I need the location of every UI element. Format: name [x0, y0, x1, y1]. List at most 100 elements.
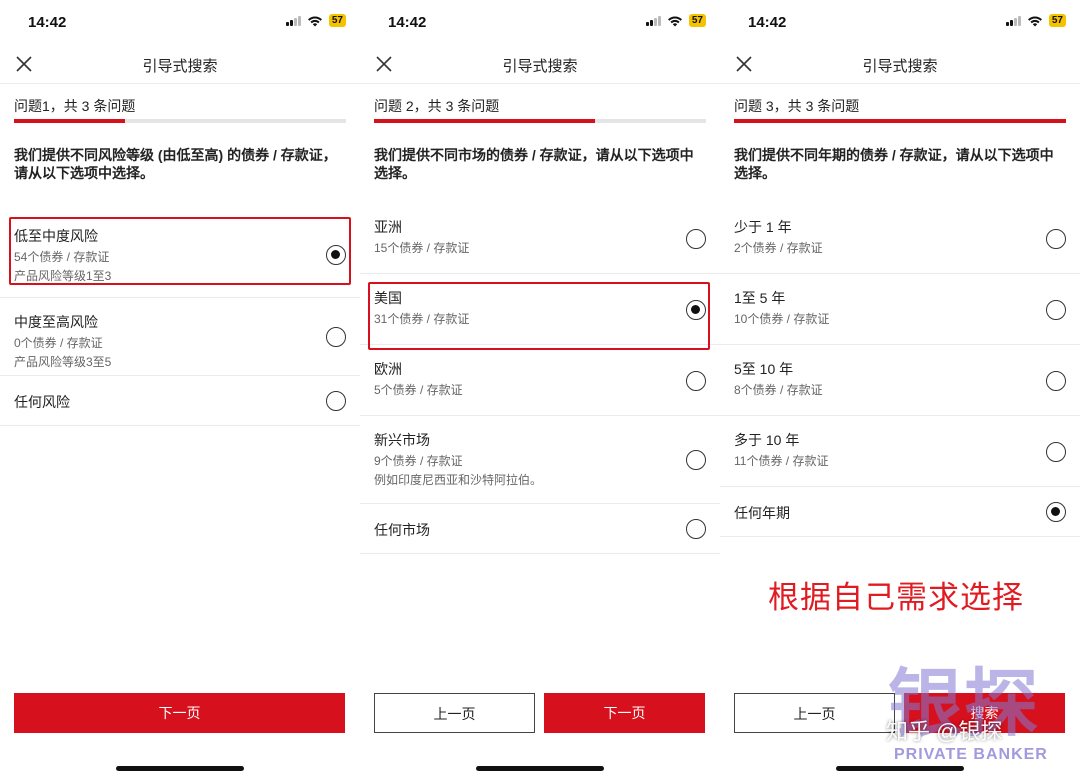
option-count: 5个债券 / 存款证	[374, 383, 463, 397]
option-count: 31个债券 / 存款证	[374, 312, 470, 326]
option-row[interactable]: 亚洲 15个债券 / 存款证	[360, 203, 720, 274]
radio-selected[interactable]	[326, 245, 346, 265]
radio-unselected[interactable]	[686, 450, 706, 470]
radio-unselected[interactable]	[326, 327, 346, 347]
radio-unselected[interactable]	[686, 228, 706, 249]
wifi-icon	[1027, 16, 1042, 26]
primary-button[interactable]: 下一页	[544, 693, 705, 733]
signal-icon	[1005, 15, 1021, 26]
radio-unselected[interactable]	[1046, 370, 1066, 391]
option-count: 8个债券 / 存款证	[734, 383, 823, 397]
wifi-icon	[667, 16, 682, 26]
option-row[interactable]: 任何市场	[360, 504, 720, 554]
battery-icon: 57	[328, 14, 346, 27]
option-row[interactable]: 5至 10 年 8个债券 / 存款证	[720, 345, 1080, 416]
question-counter: 问题 2，共 3 条问题	[374, 98, 500, 114]
radio-selected[interactable]	[686, 299, 706, 320]
secondary-button[interactable]: 上一页	[734, 693, 895, 733]
status-bar: 14:42 57	[720, 0, 1080, 44]
primary-button[interactable]: 下一页	[14, 693, 345, 733]
nav-bar: 引导式搜索	[360, 44, 720, 84]
question-counter: 问题 3，共 3 条问题	[734, 98, 860, 114]
nav-title: 引导式搜索	[142, 58, 218, 75]
radio-unselected[interactable]	[1046, 228, 1066, 249]
option-list: 亚洲 15个债券 / 存款证 美国 31个债券 / 存款证 欧洲 5个债券 / 存款证 新兴…	[360, 203, 720, 554]
question-intro: 我们提供不同年期的债券 / 存款证，请从以下选项中选择。	[734, 147, 1054, 181]
signal-icon	[645, 15, 661, 26]
status-bar: 14:42 57	[360, 0, 720, 44]
screen-question-2: 14:42 57 引导式搜索问题 2，共 3 条问题我们提供不同市场的债券 / 存款…	[360, 0, 720, 779]
option-count: 9个债券 / 存款证	[374, 454, 463, 468]
option-title: 1至 5 年	[734, 290, 786, 306]
option-row[interactable]: 任何年期	[720, 487, 1080, 537]
option-note: 产品风险等级1至3	[14, 269, 112, 283]
option-count: 11个债券 / 存款证	[734, 454, 829, 468]
status-icons: 57	[285, 14, 346, 27]
progress-bar	[14, 119, 346, 123]
status-time: 14:42	[28, 14, 67, 31]
option-count: 54个债券 / 存款证	[14, 250, 110, 264]
option-title: 美国	[374, 290, 402, 306]
radio-unselected[interactable]	[686, 519, 706, 539]
secondary-button[interactable]: 上一页	[374, 693, 535, 733]
radio-unselected[interactable]	[1046, 441, 1066, 462]
annotation-text: 根据自己需求选择	[768, 580, 1024, 615]
option-title: 欧洲	[374, 361, 402, 377]
option-title: 亚洲	[374, 219, 402, 235]
option-note: 产品风险等级3至5	[14, 355, 112, 369]
radio-selected[interactable]	[1046, 502, 1066, 522]
progress-fill	[14, 119, 125, 123]
option-title: 新兴市场	[374, 432, 430, 448]
progress-bar	[734, 119, 1066, 123]
radio-unselected[interactable]	[1046, 299, 1066, 320]
radio-unselected[interactable]	[686, 370, 706, 391]
nav-bar: 引导式搜索	[720, 44, 1080, 84]
option-count: 0个债券 / 存款证	[14, 336, 103, 350]
question-counter: 问题1，共 3 条问题	[14, 98, 136, 114]
battery-icon: 57	[1048, 14, 1066, 27]
option-list: 低至中度风险 54个债券 / 存款证 产品风险等级1至3 中度至高风险 0个债券 / 存…	[0, 212, 360, 426]
nav-bar: 引导式搜索	[0, 44, 360, 84]
nav-title: 引导式搜索	[502, 58, 578, 75]
status-icons: 57	[645, 14, 706, 27]
radio-unselected[interactable]	[326, 391, 346, 411]
nav-title: 引导式搜索	[862, 58, 938, 75]
option-row[interactable]: 多于 10 年 11个债券 / 存款证	[720, 416, 1080, 487]
option-note: 例如印度尼西亚和沙特阿拉伯。	[374, 473, 543, 487]
screen-question-1: 14:42 57 引导式搜索问题1，共 3 条问题我们提供不同风险等级 (由低至高)…	[0, 0, 360, 779]
wifi-icon	[307, 16, 322, 26]
signal-icon	[285, 15, 301, 26]
option-row[interactable]: 美国 31个债券 / 存款证	[360, 274, 720, 345]
option-title: 任何市场	[374, 522, 430, 538]
option-row[interactable]: 任何风险	[0, 376, 360, 426]
battery-icon: 57	[688, 14, 706, 27]
option-title: 少于 1 年	[734, 219, 792, 235]
option-title: 低至中度风险	[14, 228, 98, 244]
option-row[interactable]: 1至 5 年 10个债券 / 存款证	[720, 274, 1080, 345]
watermark-handle: 知乎 @银探	[886, 719, 1003, 744]
status-time: 14:42	[388, 14, 427, 31]
status-icons: 57	[1005, 14, 1066, 27]
option-count: 10个债券 / 存款证	[734, 312, 830, 326]
option-row[interactable]: 欧洲 5个债券 / 存款证	[360, 345, 720, 416]
question-intro: 我们提供不同市场的债券 / 存款证，请从以下选项中选择。	[374, 147, 694, 181]
home-indicator	[836, 766, 964, 771]
option-count: 15个债券 / 存款证	[374, 241, 470, 255]
progress-fill	[374, 119, 596, 123]
option-title: 任何年期	[734, 505, 790, 521]
home-indicator	[116, 766, 244, 771]
option-title: 多于 10 年	[734, 432, 800, 448]
option-row[interactable]: 新兴市场 9个债券 / 存款证例如印度尼西亚和沙特阿拉伯。	[360, 416, 720, 504]
question-intro: 我们提供不同风险等级 (由低至高) 的债券 / 存款证，请从以下选项中选择。	[14, 147, 337, 181]
watermark-tagline: PRIVATE BANKER	[894, 746, 1048, 763]
option-title: 任何风险	[14, 394, 70, 410]
option-row[interactable]: 少于 1 年 2个债券 / 存款证	[720, 203, 1080, 274]
option-title: 中度至高风险	[14, 314, 98, 330]
option-row[interactable]: 低至中度风险 54个债券 / 存款证 产品风险等级1至3	[0, 212, 360, 298]
option-list: 少于 1 年 2个债券 / 存款证 1至 5 年 10个债券 / 存款证 5至 10 年…	[720, 203, 1080, 537]
option-row[interactable]: 中度至高风险 0个债券 / 存款证 产品风险等级3至5	[0, 298, 360, 376]
home-indicator	[476, 766, 604, 771]
status-time: 14:42	[748, 14, 787, 31]
option-count: 2个债券 / 存款证	[734, 241, 823, 255]
progress-bar	[374, 119, 706, 123]
